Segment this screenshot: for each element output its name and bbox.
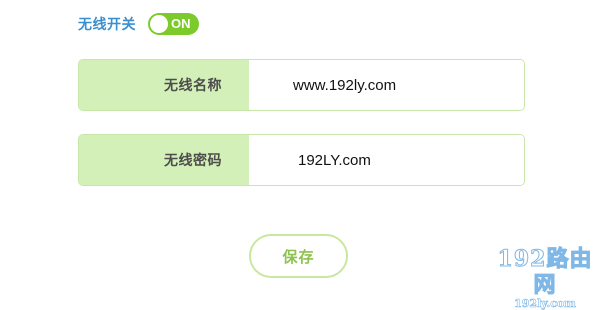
password-field: 无线密码 192LY.com (78, 134, 525, 186)
password-label: 无线密码 (79, 135, 249, 185)
save-button[interactable]: 保存 (249, 234, 348, 278)
watermark-sub-text: 192ly.com (514, 297, 576, 310)
watermark-main-text: 192路由网 (497, 246, 593, 299)
wireless-switch-row: 无线开关 ON (78, 12, 199, 36)
toggle-state-text: ON (171, 16, 191, 31)
toggle-knob (150, 15, 168, 33)
site-watermark: 192路由网 192ly.com (490, 246, 600, 310)
password-input[interactable]: 192LY.com (249, 135, 524, 185)
ssid-label: 无线名称 (79, 60, 249, 110)
ssid-field: 无线名称 www.192ly.com (78, 59, 525, 111)
ssid-input[interactable]: www.192ly.com (249, 60, 524, 110)
wireless-switch-label: 无线开关 (78, 17, 136, 33)
wireless-toggle[interactable]: ON (148, 13, 199, 35)
